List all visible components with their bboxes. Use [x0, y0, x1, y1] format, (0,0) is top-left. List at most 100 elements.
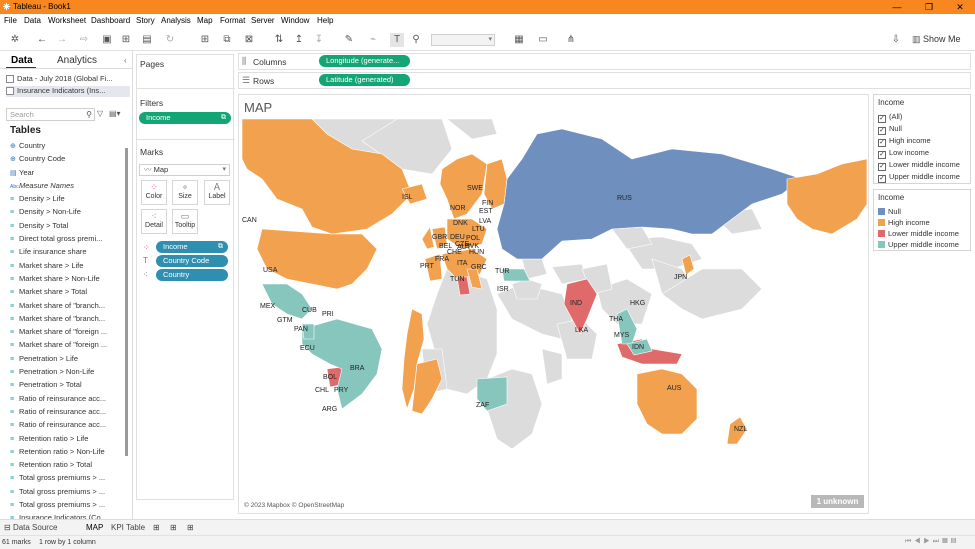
close-button[interactable]: ✕ [943, 0, 975, 14]
datasource-item[interactable]: Data - July 2018 (Global Fi... [6, 74, 130, 85]
menu-analysis[interactable]: Analysis [161, 16, 191, 25]
color-button[interactable]: ⁘ Color [141, 180, 167, 205]
filter-option-upper-middle[interactable]: ✓ Upper middle income [878, 172, 960, 183]
field-item[interactable]: ≡ Density > Non-Life [10, 205, 122, 218]
menu-format[interactable]: Format [220, 16, 245, 25]
field-item[interactable]: ≡ Market share of "branch... [10, 299, 122, 312]
datasource-item[interactable]: Insurance Indicators (Ins... [6, 86, 130, 97]
fix-axes-icon[interactable]: ⚲ [409, 33, 423, 47]
redo-icon[interactable]: → [55, 33, 69, 47]
field-item[interactable]: ▤ Year [10, 166, 122, 179]
rows-pill-latitude[interactable]: Latitude (generated) [319, 74, 410, 86]
mark-type-dropdown[interactable]: 〰 Map ▾ [139, 164, 230, 176]
menu-data[interactable]: Data [24, 16, 41, 25]
field-item[interactable]: ≡ Penetration > Total [10, 378, 122, 391]
field-item[interactable]: ≡ Market share of "foreign ... [10, 338, 122, 351]
legend-item-upper-middle[interactable]: Upper middle income [878, 240, 959, 251]
field-item[interactable]: ≡ Ratio of reinsurance acc... [10, 405, 122, 418]
highlight-icon[interactable]: ✎ [340, 33, 358, 47]
sort-ascending-icon[interactable]: ↥ [292, 33, 306, 47]
checkbox-icon[interactable]: ✓ [878, 175, 886, 183]
field-item[interactable]: AbcMeasure Names [10, 179, 122, 192]
sort-descending-icon[interactable]: ↧ [312, 33, 326, 47]
tab-kpi-table[interactable]: KPI Table [111, 523, 145, 532]
field-list-scroll-thumb[interactable] [125, 148, 128, 456]
checkbox-icon[interactable]: ✓ [878, 127, 886, 135]
filter-icon[interactable]: ▽ [97, 109, 103, 118]
legend-item-null[interactable]: Null [878, 207, 901, 218]
new-worksheet-icon[interactable]: ⊞ [196, 33, 214, 47]
menu-server[interactable]: Server [251, 16, 275, 25]
field-item[interactable]: ≡ Penetration > Non-Life [10, 365, 122, 378]
field-item[interactable]: ≡ Market share of "branch... [10, 312, 122, 325]
size-button[interactable]: ⚬ Size [172, 180, 198, 205]
field-item[interactable]: ≡ Density > Total [10, 219, 122, 232]
filter-option-null[interactable]: ✓ Null [878, 124, 902, 135]
field-item[interactable]: ≡ Total gross premiums > ... [10, 498, 122, 511]
field-item[interactable]: ≡ Market share of "foreign ... [10, 325, 122, 338]
menu-worksheet[interactable]: Worksheet [48, 16, 86, 25]
refresh-icon[interactable]: ↻ [162, 33, 178, 47]
filter-option-low-income[interactable]: ✓ Low income [878, 148, 929, 159]
mark-pill-country[interactable]: Country [156, 269, 228, 281]
field-item[interactable]: ≡ Ratio of reinsurance acc... [10, 418, 122, 431]
new-worksheet-tab-icon[interactable]: ⊞ [153, 523, 160, 532]
checkbox-icon[interactable]: ✓ [878, 163, 886, 171]
menu-help[interactable]: Help [317, 16, 333, 25]
share-icon[interactable]: ⋔ [564, 33, 578, 47]
map-canvas[interactable]: RUS CAN USA MEX GTM CUB PRI PAN ECU BRA … [242, 119, 867, 512]
field-item[interactable]: ≡ Retention ratio > Non-Life [10, 445, 122, 458]
filter-option-lower-middle[interactable]: ✓ Lower middle income [878, 160, 960, 171]
field-item[interactable]: ⊕ Country [10, 139, 122, 152]
filter-option-high-income[interactable]: ✓ High income [878, 136, 931, 147]
field-item[interactable]: ≡ Total gross premiums > ... [10, 485, 122, 498]
label-button[interactable]: Ａ Label [204, 180, 230, 205]
show-mark-labels-icon[interactable]: T [390, 33, 404, 47]
field-item[interactable]: ≡ Total gross premiums > ... [10, 471, 122, 484]
checkbox-icon[interactable]: ✓ [878, 115, 886, 123]
new-dashboard-tab-icon[interactable]: ⊞ [170, 523, 177, 532]
unknown-indicator[interactable]: 1 unknown [811, 495, 864, 508]
presentation-mode-icon[interactable]: ▭ [536, 33, 550, 47]
checkbox-icon[interactable]: ✓ [878, 151, 886, 159]
fit-dropdown[interactable]: ▾ [431, 34, 495, 46]
maximize-button[interactable]: ❐ [912, 0, 946, 14]
mark-pill-income[interactable]: Income ⧉ [156, 241, 228, 253]
mark-pill-country-code[interactable]: Country Code [156, 255, 228, 267]
new-story-tab-icon[interactable]: ⊞ [187, 523, 194, 532]
field-item[interactable]: ≡ Direct total gross premi... [10, 232, 122, 245]
field-item[interactable]: ≡ Retention ratio > Total [10, 458, 122, 471]
download-icon[interactable]: ⇩ [889, 33, 903, 47]
new-datasource-icon[interactable]: ⊞ [119, 33, 133, 47]
search-input[interactable]: Search ⚲ [6, 108, 95, 121]
field-item[interactable]: ≡ Market share > Total [10, 285, 122, 298]
menu-story[interactable]: Story [136, 16, 155, 25]
tab-map[interactable]: MAP [86, 523, 103, 532]
menu-dashboard[interactable]: Dashboard [91, 16, 130, 25]
field-item[interactable]: ≡ Life insurance share [10, 245, 122, 258]
swap-rows-columns-icon[interactable]: ⇅ [272, 33, 286, 47]
field-item[interactable]: ≡ Density > Life [10, 192, 122, 205]
show-me-button[interactable]: ▥ Show Me [912, 34, 961, 45]
tab-data[interactable]: Data [11, 55, 33, 66]
field-item[interactable]: ⊕ Country Code [10, 152, 122, 165]
duplicate-sheet-icon[interactable]: ⧉ [220, 33, 234, 47]
detail-button[interactable]: ⁖ Detail [141, 209, 167, 234]
minimize-button[interactable]: — [880, 0, 914, 14]
legend-item-lower-middle[interactable]: Lower middle income [878, 229, 959, 240]
tab-analytics[interactable]: Analytics [57, 55, 97, 66]
collapse-pane-icon[interactable]: ‹ [124, 56, 127, 65]
tooltip-button[interactable]: ▭ Tooltip [172, 209, 198, 234]
filter-pill-income[interactable]: Income ⧉ [139, 112, 231, 124]
menu-window[interactable]: Window [281, 16, 309, 25]
save-icon[interactable]: ▣ [100, 33, 114, 47]
field-item[interactable]: ≡ Market share > Life [10, 259, 122, 272]
menu-map[interactable]: Map [197, 16, 213, 25]
undo-icon[interactable]: ← [35, 33, 49, 47]
field-item[interactable]: ≡ Retention ratio > Life [10, 432, 122, 445]
field-item[interactable]: ≡ Market share > Non-Life [10, 272, 122, 285]
filter-option-all[interactable]: ✓ (All) [878, 112, 902, 123]
menu-file[interactable]: File [4, 16, 17, 25]
group-members-icon[interactable]: ⌁ [364, 33, 382, 47]
world-map[interactable]: RUS CAN USA MEX GTM CUB PRI PAN ECU BRA … [242, 119, 867, 512]
